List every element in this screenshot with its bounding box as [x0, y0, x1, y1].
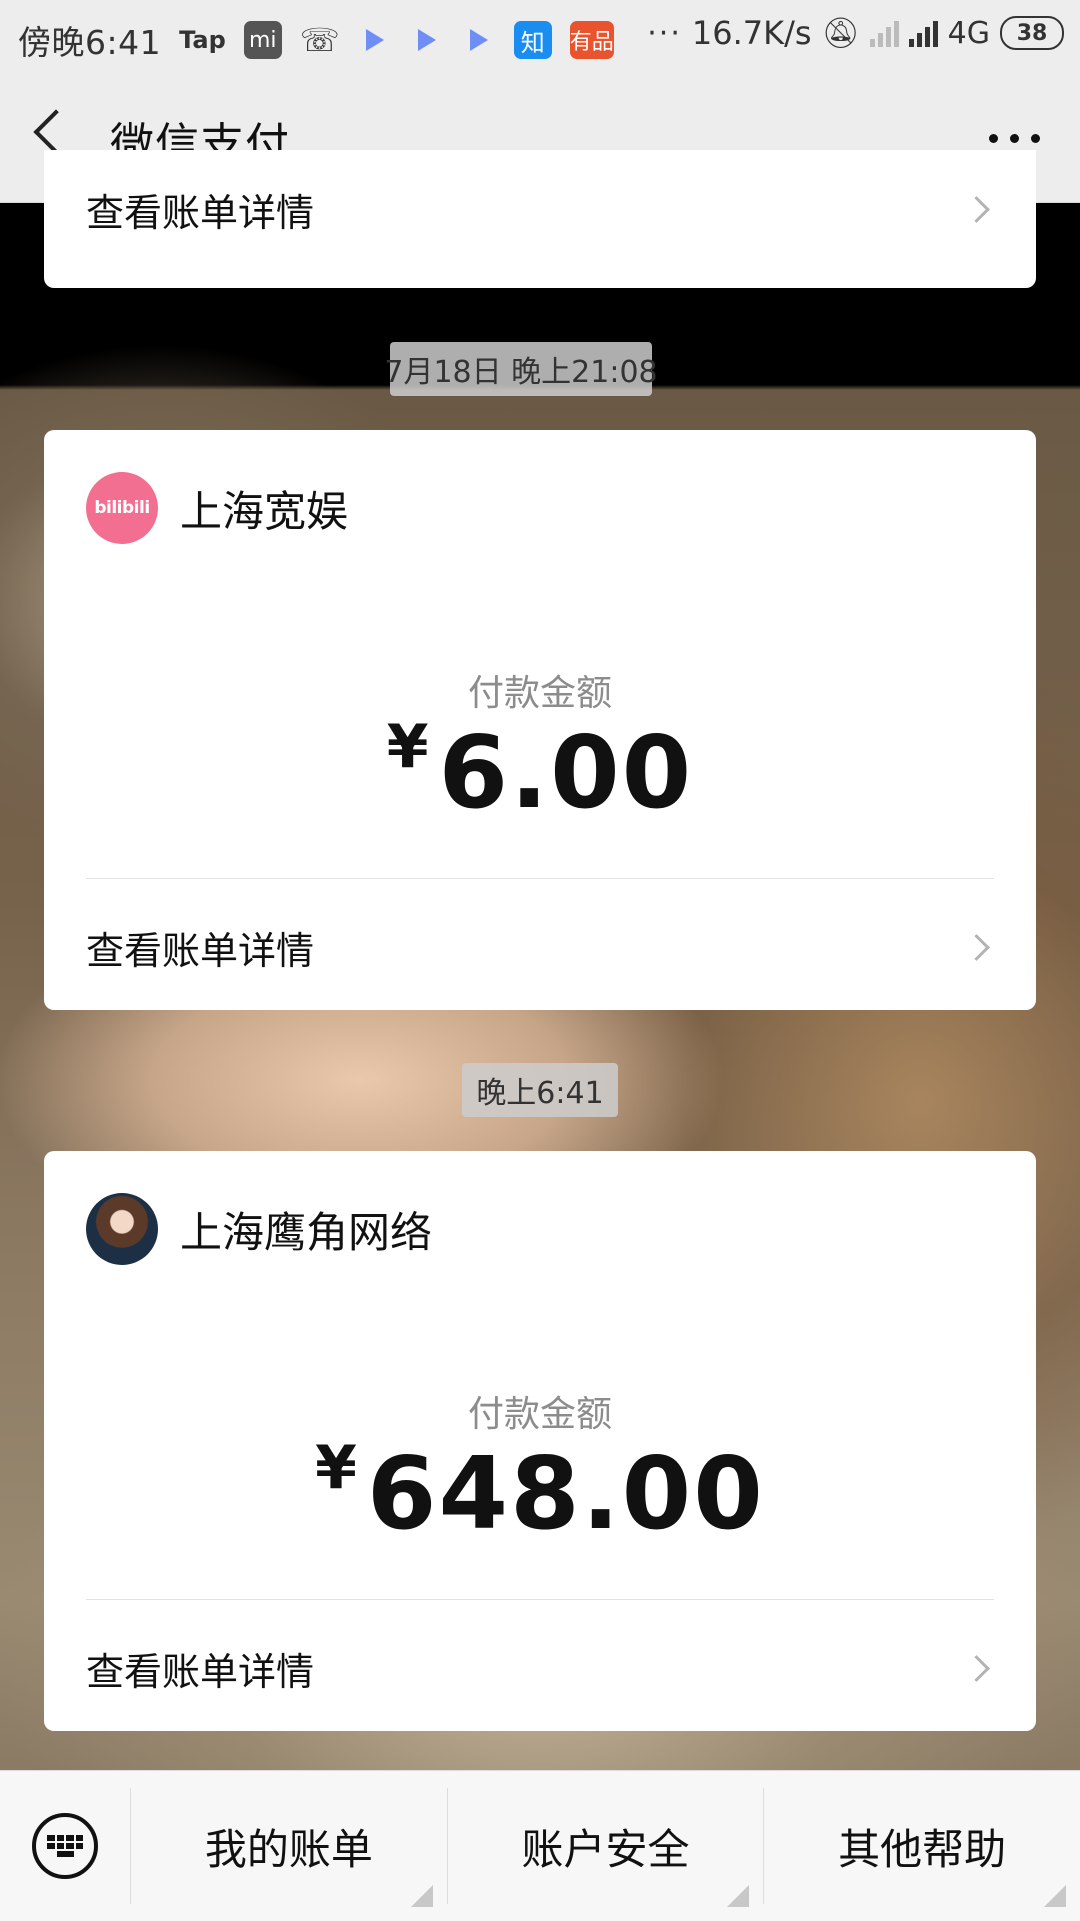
chevron-right-icon — [963, 933, 990, 961]
merchant-name: 上海宽娱 — [180, 486, 349, 536]
payment-card-partial: 查看账单详情 — [44, 150, 1036, 288]
view-bill-detail-row[interactable]: 查看账单详情 — [86, 1613, 994, 1723]
more-options-icon[interactable] — [989, 134, 1040, 143]
status-left: 傍晚6:41 Tap mi ☏ 知 有品 — [18, 16, 614, 64]
keyboard-toggle-button[interactable] — [0, 1771, 130, 1921]
view-bill-detail-row[interactable]: 查看账单详情 — [86, 164, 994, 254]
message-timestamp: 晚上6:41 — [462, 1063, 618, 1117]
currency-symbol: ¥ — [386, 712, 429, 782]
amount-value: 648.00 — [366, 1435, 765, 1552]
battery-icon: 38 — [1000, 16, 1064, 50]
keyboard-icon — [32, 1813, 98, 1879]
message-timestamp: 7月18日 晚上21:08 — [384, 342, 658, 396]
menu-my-bills[interactable]: 我的账单 — [131, 1771, 447, 1921]
divider — [86, 878, 994, 879]
currency-symbol: ¥ — [315, 1433, 357, 1503]
video-notification-icon — [358, 21, 392, 59]
mute-bell-icon: 🔕︎ — [821, 15, 860, 51]
view-bill-detail-label: 查看账单详情 — [86, 1649, 315, 1694]
merchant-row: bilibili 上海宽娱 — [86, 472, 348, 544]
taptap-notification-icon: Tap — [179, 26, 226, 54]
status-bar: 傍晚6:41 Tap mi ☏ 知 有品 ··· 16.7K/s 🔕︎ 4G 3… — [0, 0, 1080, 72]
signal-strong-icon — [908, 19, 938, 47]
status-right: ··· 16.7K/s 🔕︎ 4G 38 — [647, 14, 1064, 52]
payment-amount: ¥6.00 — [44, 712, 1036, 831]
merchant-row: 上海鹰角网络 — [86, 1193, 432, 1265]
video-notification-icon — [462, 21, 496, 59]
payment-card: bilibili 上海宽娱 付款金额 ¥6.00 查看账单详情 — [44, 430, 1036, 1010]
view-bill-detail-row[interactable]: 查看账单详情 — [86, 892, 994, 1002]
menu-item-label: 我的账单 — [204, 1824, 373, 1874]
merchant-name: 上海鹰角网络 — [180, 1207, 433, 1257]
mi-store-notification-icon: mi — [243, 21, 282, 59]
menu-other-help[interactable]: 其他帮助 — [764, 1771, 1080, 1921]
payment-amount-label: 付款金额 — [467, 673, 612, 714]
back-arrow-icon[interactable] — [33, 109, 79, 155]
missed-call-icon: ☏ — [299, 21, 340, 59]
youpin-notification-icon: 有品 — [569, 21, 614, 59]
payment-amount-label: 付款金额 — [467, 1394, 612, 1435]
chevron-right-icon — [963, 1654, 990, 1682]
zhihu-notification-icon: 知 — [513, 21, 552, 59]
network-type: 4G — [947, 15, 990, 51]
submenu-indicator-icon — [727, 1885, 750, 1907]
bottom-menu-bar: 我的账单 账户安全 其他帮助 — [0, 1770, 1080, 1921]
hypergryph-avatar — [86, 1193, 158, 1265]
submenu-indicator-icon — [410, 1885, 433, 1907]
menu-account-security[interactable]: 账户安全 — [448, 1771, 764, 1921]
more-notifications-icon: ··· — [647, 15, 682, 51]
submenu-indicator-icon — [1044, 1885, 1067, 1907]
menu-item-label: 其他帮助 — [838, 1824, 1007, 1874]
view-bill-detail-label: 查看账单详情 — [86, 190, 315, 235]
divider — [86, 1599, 994, 1600]
amount-value: 6.00 — [438, 714, 694, 831]
view-bill-detail-label: 查看账单详情 — [86, 928, 315, 973]
network-speed: 16.7K/s — [691, 14, 812, 52]
bilibili-avatar: bilibili — [86, 472, 158, 544]
menu-item-label: 账户安全 — [521, 1824, 690, 1874]
chevron-right-icon — [963, 195, 990, 223]
video-notification-icon — [410, 21, 444, 59]
payment-card: 上海鹰角网络 付款金额 ¥648.00 查看账单详情 — [44, 1151, 1036, 1731]
payment-amount: ¥648.00 — [44, 1433, 1036, 1552]
status-time: 傍晚6:41 — [18, 23, 162, 62]
signal-weak-icon — [869, 19, 899, 47]
